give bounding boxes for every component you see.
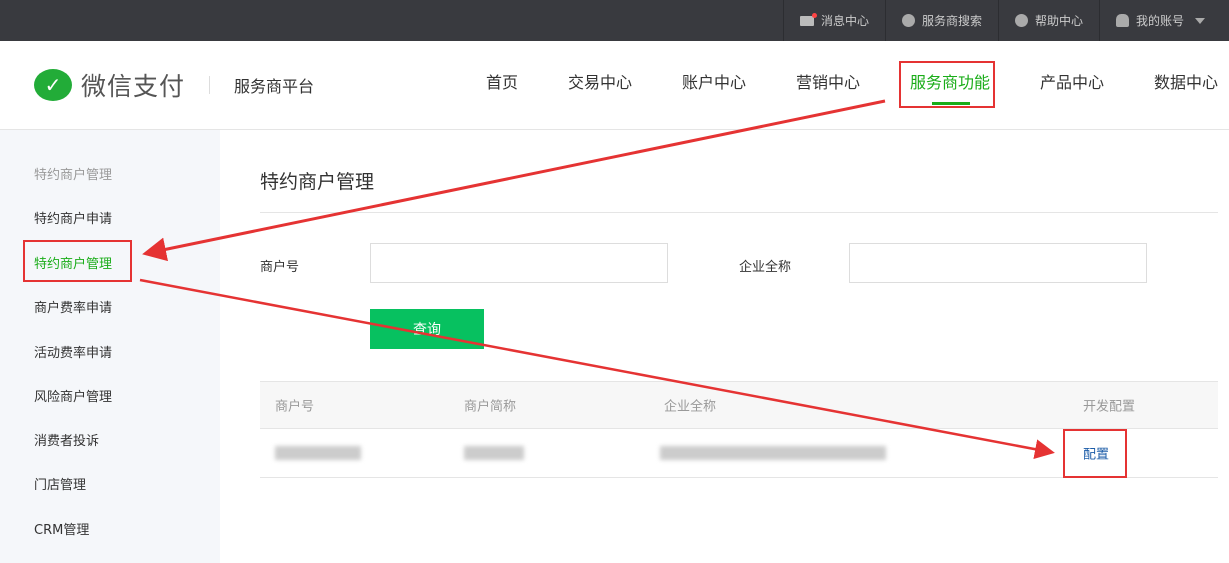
divider [260, 212, 1218, 213]
col-short-name: 商户简称 [464, 399, 517, 415]
topbar-help[interactable]: 帮助中心 [997, 0, 1099, 41]
col-merchant-id: 商户号 [275, 399, 315, 415]
search-icon [901, 14, 915, 27]
col-dev-config: 开发配置 [1083, 399, 1136, 415]
nav-home[interactable]: 首页 [486, 41, 518, 130]
help-label: 帮助中心 [1034, 14, 1083, 28]
platform-name: 服务商平台 [234, 77, 315, 96]
chevron-down-icon [1195, 17, 1205, 24]
col-company-name: 企业全称 [664, 399, 717, 415]
sidebar-item-crm[interactable]: CRM管理 [34, 519, 89, 538]
sidebar-item-stores[interactable]: 门店管理 [34, 474, 86, 493]
topbar-messages[interactable]: 消息中心 [782, 0, 885, 41]
sidebar-item-apply[interactable]: 特约商户申请 [34, 208, 112, 227]
company-name-label: 企业全称 [739, 260, 792, 275]
page-title: 特约商户管理 [260, 171, 375, 193]
sidebar-item-activity-rate[interactable]: 活动费率申请 [34, 342, 112, 361]
annotation-box-configure [1063, 429, 1127, 478]
sidebar-group-title: 特约商户管理 [34, 168, 113, 183]
topbar-account[interactable]: 我的账号 [1098, 0, 1229, 41]
header: ✓ 微信支付 服务商平台 首页 交易中心 账户中心 营销中心 服务商功能 产品中… [0, 41, 1229, 130]
nav-data[interactable]: 数据中心 [1154, 41, 1218, 130]
sidebar-item-risk[interactable]: 风险商户管理 [34, 386, 112, 405]
annotation-box-nav [899, 61, 995, 108]
messages-label: 消息中心 [820, 14, 869, 28]
nav-account[interactable]: 账户中心 [682, 41, 746, 130]
redacted-short-name [464, 446, 524, 460]
top-bar: 消息中心 服务商搜索 帮助中心 我的账号 [0, 0, 1229, 41]
account-label: 我的账号 [1135, 14, 1184, 28]
annotation-box-sidebar [23, 240, 132, 282]
brand-name: 微信支付 [81, 72, 186, 101]
search-label: 服务商搜索 [921, 14, 982, 28]
sidebar: 特约商户管理 特约商户申请 特约商户管理 商户费率申请 活动费率申请 风险商户管… [0, 130, 220, 563]
query-button[interactable]: 查询 [370, 309, 484, 349]
sidebar-item-rate-apply[interactable]: 商户费率申请 [34, 297, 112, 316]
wechat-pay-logo[interactable]: ✓ 微信支付 [34, 67, 185, 103]
nav-marketing[interactable]: 营销中心 [796, 41, 860, 130]
help-icon [1014, 14, 1028, 27]
divider [209, 76, 211, 94]
redacted-company-name [660, 446, 886, 460]
topbar-search[interactable]: 服务商搜索 [884, 0, 998, 41]
company-name-input[interactable] [849, 243, 1147, 283]
table-header: 商户号 商户简称 企业全称 开发配置 [260, 381, 1218, 429]
mail-icon [799, 12, 817, 26]
user-icon [1115, 14, 1129, 27]
sidebar-item-complaints[interactable]: 消费者投诉 [34, 430, 99, 449]
merchant-id-input[interactable] [370, 243, 668, 283]
nav-transactions[interactable]: 交易中心 [568, 41, 632, 130]
wechat-pay-logo-icon: ✓ [34, 69, 72, 101]
merchant-id-label: 商户号 [260, 260, 300, 275]
redacted-merchant-id [275, 446, 361, 460]
nav-products[interactable]: 产品中心 [1040, 41, 1104, 130]
